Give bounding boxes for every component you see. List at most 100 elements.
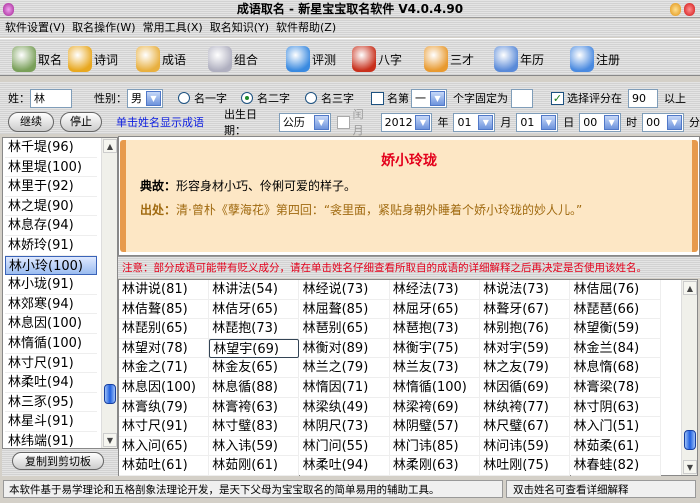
- name-grid-cell[interactable]: 林问讳(59): [480, 436, 571, 457]
- name-grid-cell[interactable]: 林入问(65): [119, 436, 209, 457]
- name-grid-cell[interactable]: 林息循(88): [209, 378, 300, 398]
- name-grid-cell[interactable]: 林寸尺(91): [119, 417, 209, 437]
- name-grid-cell[interactable]: 林梁纨(49): [299, 397, 390, 418]
- name-grid-cell[interactable]: 林茹柔(61): [570, 436, 661, 457]
- name-grid-cell[interactable]: 林佶屈(76): [570, 280, 661, 300]
- name-grid-cell[interactable]: 林佶牙(65): [209, 299, 300, 320]
- name-grid-cell[interactable]: 林息惰(68): [570, 358, 661, 378]
- name-grid-cell[interactable]: 林寸璧(83): [209, 417, 300, 437]
- scroll-up-icon[interactable]: ▲: [103, 139, 117, 153]
- name-grid-cell[interactable]: 林阴璧(57): [389, 417, 480, 437]
- fix-position-select[interactable]: 一 ▼: [411, 88, 447, 108]
- name-grid-cell[interactable]: 林门问(55): [299, 436, 390, 457]
- name-grid-cell[interactable]: 林说法(73): [480, 280, 571, 300]
- name-grid-cell[interactable]: 林琶别(65): [299, 319, 390, 339]
- name-grid-cell[interactable]: 林讲法(54): [209, 280, 300, 300]
- toolbar-button-1[interactable]: 诗词: [68, 45, 118, 73]
- name-list-item[interactable]: 林郊寒(94): [5, 295, 97, 315]
- name-grid-cell[interactable]: 林茹刚(61): [209, 456, 300, 476]
- name-grid-cell[interactable]: 林佶聱(85): [119, 299, 209, 320]
- name-grid-cell[interactable]: 林经说(73): [299, 280, 390, 300]
- scrollbar-thumb[interactable]: [104, 384, 116, 404]
- name-list-item[interactable]: 林千堤(96): [5, 138, 97, 158]
- leap-month-checkbox[interactable]: [336, 115, 350, 129]
- scroll-down-icon[interactable]: ▼: [103, 433, 117, 447]
- name-grid-cell[interactable]: 林望宇(69): [209, 338, 300, 359]
- name-grid-cell[interactable]: 林望对(78): [119, 338, 209, 359]
- name-grid-cell[interactable]: 林阴尺(73): [299, 417, 390, 437]
- name-list-item[interactable]: 林惰循(100): [5, 334, 97, 354]
- hint-link[interactable]: 单击姓名显示成语: [116, 114, 204, 130]
- hour-select[interactable]: 00 ▼: [579, 112, 622, 132]
- menu-knowledge[interactable]: 取名知识(Y): [210, 21, 269, 34]
- radio-two-char[interactable]: 名二字: [241, 88, 290, 108]
- name-grid-cell[interactable]: 林茹吐(61): [119, 456, 209, 476]
- name-grid-cell[interactable]: 林别抱(76): [480, 319, 571, 339]
- name-list-item[interactable]: 林星斗(91): [5, 412, 97, 432]
- close-button[interactable]: [684, 3, 695, 16]
- name-grid-cell[interactable]: 林膏梁(78): [570, 378, 661, 398]
- scrollbar-thumb[interactable]: [684, 430, 696, 450]
- app-menu-icon[interactable]: [3, 3, 14, 16]
- name-grid-cell[interactable]: 林聱牙(67): [480, 299, 571, 320]
- toolbar-button-0[interactable]: 取名: [12, 45, 62, 73]
- name-grid-cell[interactable]: 林寸阴(63): [570, 397, 661, 418]
- name-grid-cell[interactable]: 林琵琶(66): [570, 299, 661, 320]
- name-grid-cell[interactable]: 林衡对(89): [299, 338, 390, 359]
- name-grid-cell[interactable]: 林兰友(73): [389, 358, 480, 378]
- name-grid-cell[interactable]: 林息因(100): [119, 378, 209, 398]
- toolbar-button-8[interactable]: 注册: [570, 45, 620, 73]
- name-grid-cell[interactable]: 林膏袴(63): [209, 397, 300, 418]
- name-list-item[interactable]: 林小珑(91): [5, 275, 97, 295]
- name-list-item[interactable]: 林寸尺(91): [5, 354, 97, 374]
- toolbar-button-3[interactable]: 组合: [208, 45, 258, 73]
- gender-select[interactable]: 男 ▼: [127, 88, 163, 108]
- radio-three-char[interactable]: 名三字: [305, 88, 354, 108]
- calendar-select[interactable]: 公历 ▼: [278, 112, 331, 132]
- name-list-item[interactable]: 林三豕(95): [5, 393, 97, 413]
- name-grid-cell[interactable]: 林梁袴(69): [389, 397, 480, 418]
- score-checkbox[interactable]: ✓: [551, 91, 564, 105]
- name-grid-cell[interactable]: 林衡宇(75): [389, 338, 480, 359]
- copy-to-clipboard-button[interactable]: 复制到剪切板: [12, 452, 104, 470]
- name-grid-cell[interactable]: 林琵别(65): [119, 319, 209, 339]
- name-grid-cell[interactable]: 林讲说(81): [119, 280, 209, 300]
- name-list-item[interactable]: 林娇玲(91): [5, 236, 97, 256]
- name-grid-cell[interactable]: 林琵抱(73): [209, 319, 300, 339]
- name-grid-cell[interactable]: 林入讳(59): [209, 436, 300, 457]
- name-grid-cell[interactable]: 林屈聱(85): [299, 299, 390, 320]
- month-select[interactable]: 01 ▼: [453, 112, 496, 132]
- name-grid-cell[interactable]: 林金兰(84): [570, 338, 661, 359]
- scroll-up-icon[interactable]: ▲: [683, 281, 697, 295]
- name-grid-cell[interactable]: 林入门(51): [570, 417, 661, 437]
- name-grid-cell[interactable]: 林经法(73): [389, 280, 480, 300]
- name-list-item[interactable]: 林里堤(100): [5, 158, 97, 178]
- score-input[interactable]: 90: [628, 88, 658, 108]
- name-grid-cell[interactable]: 林柔吐(94): [299, 456, 390, 476]
- name-grid-cell[interactable]: 林柔刚(63): [389, 456, 480, 476]
- name-list-item[interactable]: 林小玲(100): [5, 255, 97, 276]
- name-grid-cell[interactable]: 林金友(65): [209, 358, 300, 378]
- year-select[interactable]: 2012 ▼: [380, 112, 433, 132]
- surname-input[interactable]: 林: [30, 88, 72, 108]
- toolbar-button-2[interactable]: 成语: [136, 45, 186, 73]
- menu-tools[interactable]: 常用工具(X): [143, 21, 203, 34]
- name-list-scrollbar[interactable]: ▲ ▼: [101, 138, 117, 448]
- name-grid-cell[interactable]: 林琶抱(73): [389, 319, 480, 339]
- grid-scrollbar[interactable]: ▲ ▼: [681, 280, 697, 475]
- toolbar-button-7[interactable]: 年历: [494, 45, 544, 73]
- name-grid-cell[interactable]: 林望衡(59): [570, 319, 661, 339]
- name-list-item[interactable]: 林息因(100): [5, 314, 97, 334]
- toolbar-button-6[interactable]: 三才: [424, 45, 474, 73]
- name-grid-cell[interactable]: 林春蛙(82): [570, 456, 661, 476]
- scroll-down-icon[interactable]: ▼: [683, 460, 697, 474]
- name-grid-cell[interactable]: 林尺璧(67): [480, 417, 571, 437]
- name-grid-cell[interactable]: 林对宇(59): [480, 338, 571, 359]
- radio-one-char[interactable]: 名一字: [178, 88, 227, 108]
- fix-value-input[interactable]: [511, 88, 533, 108]
- toolbar-button-5[interactable]: 八字: [352, 45, 402, 73]
- name-grid-cell[interactable]: 林纨袴(77): [480, 397, 571, 418]
- toolbar-button-4[interactable]: 评测: [286, 45, 336, 73]
- name-list-item[interactable]: 林之堤(90): [5, 197, 97, 217]
- name-grid-cell[interactable]: 林膏纨(79): [119, 397, 209, 418]
